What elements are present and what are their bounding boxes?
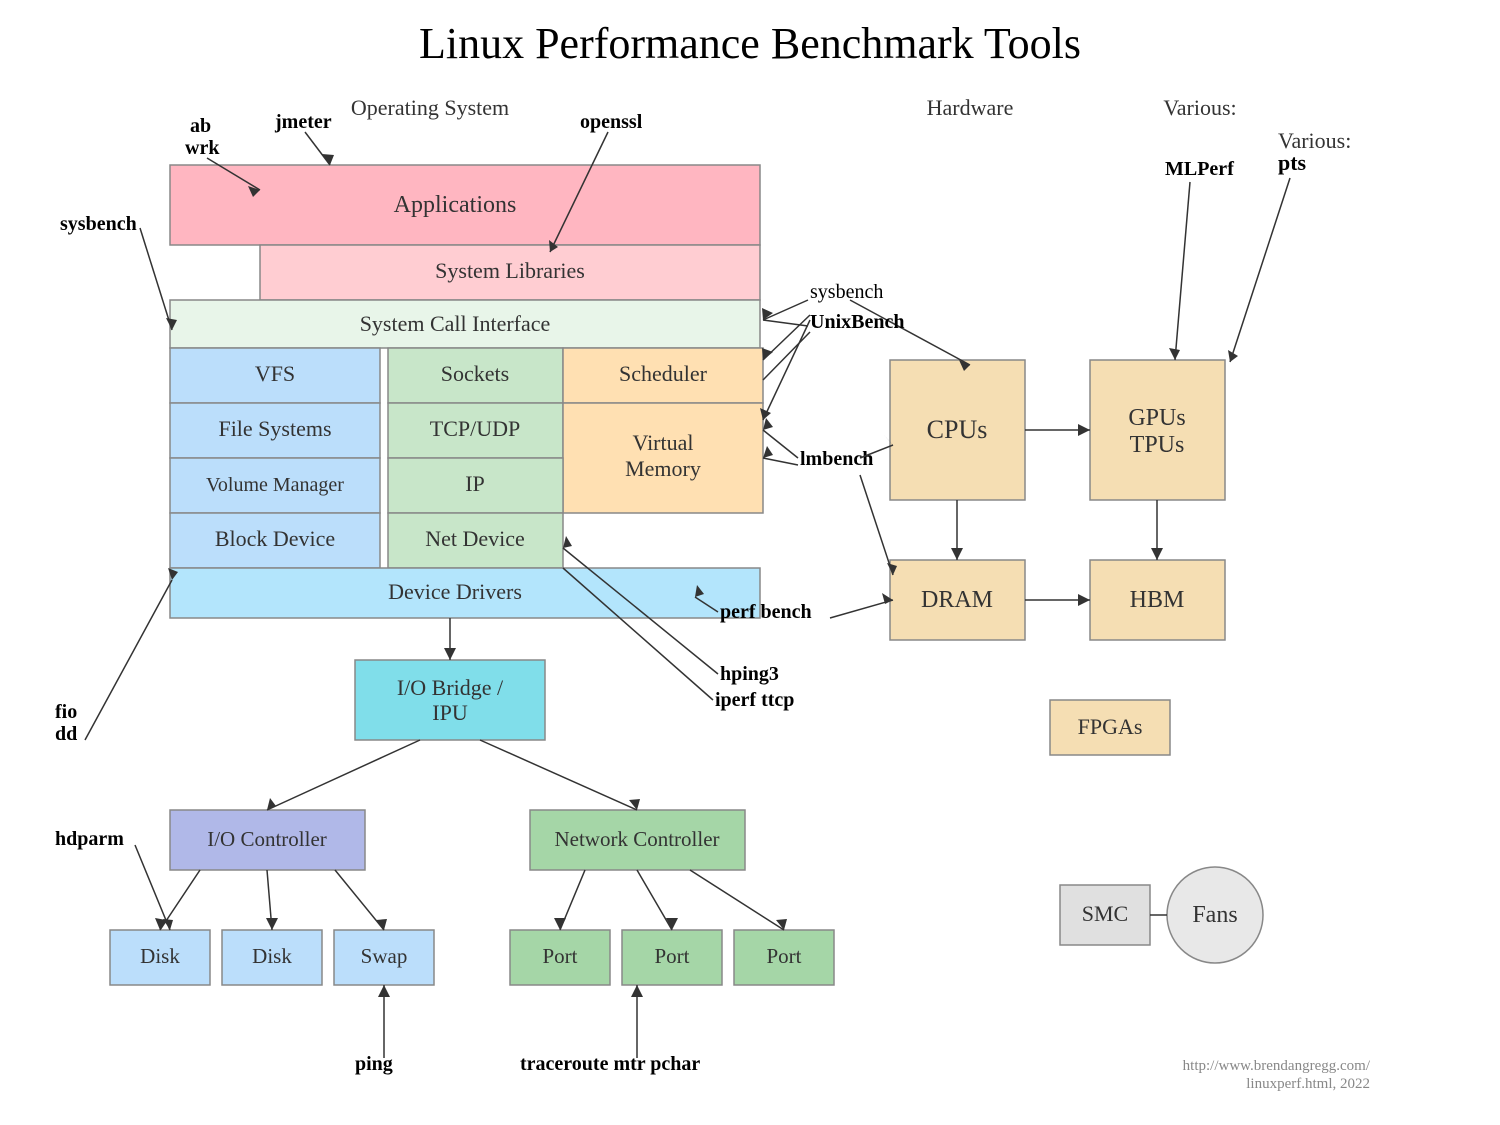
io-controller-label: I/O Controller xyxy=(207,827,327,851)
port1-label: Port xyxy=(542,944,577,968)
disk2-box xyxy=(222,930,322,985)
footer-label2: linuxperf.html, 2022 xyxy=(1246,1076,1370,1092)
port3-label: Port xyxy=(766,944,801,968)
traceroute-label: traceroute mtr pchar xyxy=(520,1053,700,1075)
fans-label: Fans xyxy=(1192,902,1237,928)
scheduler-label: Scheduler xyxy=(619,361,708,386)
fpgas-box xyxy=(1050,700,1170,755)
jmeter-label: jmeter xyxy=(274,111,332,133)
hdparm-label: hdparm xyxy=(55,828,124,850)
gpus-tpus-label1: GPUs xyxy=(1128,405,1185,431)
iperf-ttcp-label: iperf ttcp xyxy=(715,689,794,711)
tcp-udp-box xyxy=(388,403,563,458)
port2-box xyxy=(622,930,722,985)
port3-box xyxy=(734,930,834,985)
io-controller-box xyxy=(170,810,365,870)
disk2-label: Disk xyxy=(252,944,292,968)
ab-label: ab xyxy=(190,115,211,137)
scheduler-box xyxy=(563,348,763,403)
hping3-label: hping3 xyxy=(720,663,779,685)
disk1-label: Disk xyxy=(140,944,180,968)
sockets-box xyxy=(388,348,563,403)
port1-box xyxy=(510,930,610,985)
fio-label: fio xyxy=(55,701,77,723)
cpus-label: CPUs xyxy=(927,415,988,444)
sysbench-right-label: sysbench xyxy=(810,281,883,303)
dram-label: DRAM xyxy=(921,587,993,613)
port2-label: Port xyxy=(654,944,689,968)
system-libraries-label: System Libraries xyxy=(435,258,585,283)
sockets-label: Sockets xyxy=(441,361,509,386)
fpgas-label: FPGAs xyxy=(1078,714,1143,739)
perf-bench-label: perf bench xyxy=(720,601,812,623)
syscall-label: System Call Interface xyxy=(360,311,551,336)
pts-label: pts xyxy=(1278,150,1307,175)
volume-manager-label: Volume Manager xyxy=(206,474,344,496)
wrk-label: wrk xyxy=(185,137,220,159)
syscall-box xyxy=(170,300,760,348)
file-systems-box xyxy=(170,403,380,458)
block-device-label: Block Device xyxy=(215,526,335,551)
virtual-memory-label2: Memory xyxy=(625,456,701,481)
block-device-box xyxy=(170,513,380,568)
ip-label: IP xyxy=(465,471,485,496)
network-controller-box xyxy=(530,810,745,870)
cpus-box xyxy=(890,360,1025,500)
device-drivers-box xyxy=(170,568,760,618)
virtual-memory-box xyxy=(563,403,763,513)
file-systems-label: File Systems xyxy=(218,416,331,441)
hw-section-label: Hardware xyxy=(927,95,1014,120)
sysbench-left-label: sysbench xyxy=(60,213,137,235)
virtual-memory-label: Virtual xyxy=(633,430,694,455)
net-device-box xyxy=(388,513,563,568)
device-drivers-label: Device Drivers xyxy=(388,579,522,604)
unixbench-label: UnixBench xyxy=(810,311,904,333)
system-libraries-box xyxy=(260,245,760,300)
network-controller-label: Network Controller xyxy=(554,827,719,851)
net-device-label: Net Device xyxy=(425,526,525,551)
tcp-udp-label: TCP/UDP xyxy=(430,416,520,441)
footer-label: http://www.brendangregg.com/ xyxy=(1183,1058,1371,1074)
lmbench-label: lmbench xyxy=(800,448,873,470)
gpus-tpus-box xyxy=(1090,360,1225,500)
smc-box xyxy=(1060,885,1150,945)
vfs-label: VFS xyxy=(255,361,295,386)
various-section-label: Various: xyxy=(1163,95,1236,120)
io-bridge-box xyxy=(355,660,545,740)
mlperf-label: MLPerf xyxy=(1165,158,1234,180)
disk1-box xyxy=(110,930,210,985)
page-title: Linux Performance Benchmark Tools xyxy=(419,19,1081,68)
various-pts-label: Various: xyxy=(1278,128,1351,153)
applications-box xyxy=(170,165,760,245)
ping-label: ping xyxy=(355,1053,393,1075)
gpus-tpus-label2: TPUs xyxy=(1130,432,1185,458)
fans-circle xyxy=(1167,867,1263,963)
volume-manager-box xyxy=(170,458,380,513)
openssl-label: openssl xyxy=(580,111,643,133)
ip-box xyxy=(388,458,563,513)
dram-box xyxy=(890,560,1025,640)
swap-label: Swap xyxy=(361,944,408,968)
hbm-label: HBM xyxy=(1130,587,1185,613)
smc-label: SMC xyxy=(1082,901,1128,926)
os-section-label: Operating System xyxy=(351,95,509,120)
io-bridge-label2: IPU xyxy=(432,700,468,725)
vfs-box xyxy=(170,348,380,403)
swap-box xyxy=(334,930,434,985)
io-bridge-label1: I/O Bridge / xyxy=(397,675,504,700)
applications-label: Applications xyxy=(394,192,517,218)
hbm-box xyxy=(1090,560,1225,640)
dd-label: dd xyxy=(55,723,77,745)
